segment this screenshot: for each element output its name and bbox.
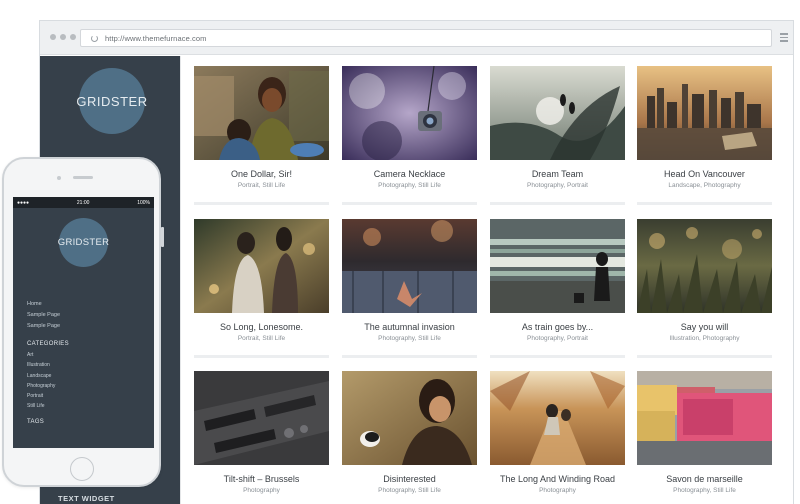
- portfolio-item[interactable]: The autumnal invasion Photography, Still…: [342, 219, 477, 358]
- phone-category-link[interactable]: Art: [27, 352, 69, 358]
- window-dot[interactable]: [70, 34, 76, 40]
- card-separator: [194, 202, 329, 205]
- portfolio-item[interactable]: Tilt-shift – Brussels Photography: [194, 371, 329, 494]
- portfolio-categories: Photography, Still Life: [378, 182, 441, 189]
- portfolio-thumbnail[interactable]: [342, 219, 477, 313]
- portfolio-categories: Photography, Portrait: [527, 335, 588, 342]
- portfolio-thumbnail[interactable]: [637, 371, 772, 465]
- reload-icon[interactable]: [91, 34, 98, 42]
- portfolio-categories: Photography: [539, 487, 576, 494]
- portfolio-thumbnail[interactable]: [490, 219, 625, 313]
- phone-screen: ●●●● 21:00 100% GRIDSTER Home Sample Pag…: [13, 197, 154, 448]
- card-separator: [490, 202, 625, 205]
- portfolio-thumbnail[interactable]: [342, 371, 477, 465]
- card-separator: [637, 202, 772, 205]
- card-separator: [194, 355, 329, 358]
- phone-categories-heading: CATEGORIES: [27, 341, 69, 347]
- window-controls: [50, 34, 76, 40]
- portfolio-thumbnail[interactable]: [490, 66, 625, 160]
- portfolio-title[interactable]: So Long, Lonesome.: [194, 322, 329, 332]
- portfolio-thumbnail[interactable]: [637, 66, 772, 160]
- portfolio-categories: Photography, Still Life: [378, 487, 441, 494]
- site-logo[interactable]: GRIDSTER: [76, 68, 148, 134]
- phone-home-button: [70, 457, 94, 481]
- portfolio-item[interactable]: Disinterested Photography, Still Life: [342, 371, 477, 494]
- signal-icon: ●●●●: [17, 199, 30, 206]
- portfolio-item[interactable]: Camera Necklace Photography, Still Life: [342, 66, 477, 205]
- site-logo-text: GRIDSTER: [76, 93, 148, 109]
- portfolio-categories: Portrait, Still Life: [237, 182, 286, 189]
- phone-nav: Home Sample Page Sample Page CATEGORIES …: [27, 301, 69, 425]
- phone-category-link[interactable]: Landscape: [27, 373, 69, 379]
- portfolio-title[interactable]: Dream Team: [490, 169, 625, 179]
- portfolio-categories: Photography, Still Life: [673, 487, 736, 494]
- phone-camera: [57, 176, 61, 180]
- card-separator: [490, 355, 625, 358]
- phone-nav-home[interactable]: Home: [27, 301, 69, 307]
- portfolio-thumbnail[interactable]: [637, 219, 772, 313]
- portfolio-thumbnail[interactable]: [194, 219, 329, 313]
- portfolio-title[interactable]: Savon de marseille: [637, 474, 772, 484]
- portfolio-title[interactable]: The autumnal invasion: [342, 322, 477, 332]
- sidebar-divider: [180, 56, 181, 504]
- phone-side-button: [161, 227, 164, 247]
- portfolio-categories: Portrait, Still Life: [237, 335, 286, 342]
- portfolio-categories: Landscape, Photography: [668, 182, 741, 189]
- phone-nav-sample-page[interactable]: Sample Page: [27, 323, 69, 329]
- portfolio-title[interactable]: Say you will: [637, 322, 772, 332]
- portfolio-item[interactable]: Dream Team Photography, Portrait: [490, 66, 625, 205]
- portfolio-thumbnail[interactable]: [490, 371, 625, 465]
- portfolio-title[interactable]: One Dollar, Sir!: [194, 169, 329, 179]
- hamburger-menu-icon[interactable]: [780, 33, 788, 44]
- portfolio-item[interactable]: Head On Vancouver Landscape, Photography: [637, 66, 772, 205]
- portfolio-item[interactable]: As train goes by... Photography, Portrai…: [490, 219, 625, 358]
- phone-category-link[interactable]: Photography: [27, 383, 69, 389]
- portfolio-categories: Illustration, Photography: [669, 335, 740, 342]
- card-separator: [342, 355, 477, 358]
- portfolio-categories: Photography, Still Life: [378, 335, 441, 342]
- portfolio-thumbnail[interactable]: [342, 66, 477, 160]
- card-separator: [637, 355, 772, 358]
- address-bar[interactable]: http://www.themefurnace.com: [80, 29, 772, 47]
- portfolio-thumbnail[interactable]: [194, 371, 329, 465]
- phone-site-logo[interactable]: GRIDSTER: [57, 218, 110, 267]
- phone-category-link[interactable]: Portrait: [27, 393, 69, 399]
- phone-category-link[interactable]: Still Life: [27, 403, 69, 409]
- window-dot[interactable]: [50, 34, 56, 40]
- portfolio-item[interactable]: So Long, Lonesome. Portrait, Still Life: [194, 219, 329, 358]
- portfolio-title[interactable]: Tilt-shift – Brussels: [194, 474, 329, 484]
- phone-category-link[interactable]: Illustration: [27, 362, 69, 368]
- phone-nav-sample-page[interactable]: Sample Page: [27, 312, 69, 318]
- phone-time: 21:00: [76, 199, 90, 206]
- phone-status-bar: ●●●● 21:00 100%: [13, 197, 154, 208]
- portfolio-item[interactable]: Savon de marseille Photography, Still Li…: [637, 371, 772, 494]
- portfolio-thumbnail[interactable]: [194, 66, 329, 160]
- window-dot[interactable]: [60, 34, 66, 40]
- portfolio-title[interactable]: Disinterested: [342, 474, 477, 484]
- portfolio-categories: Photography: [243, 487, 280, 494]
- portfolio-title[interactable]: As train goes by...: [490, 322, 625, 332]
- phone-mockup: ●●●● 21:00 100% GRIDSTER Home Sample Pag…: [2, 157, 164, 487]
- portfolio-title[interactable]: The Long And Winding Road: [490, 474, 625, 484]
- portfolio-item[interactable]: One Dollar, Sir! Portrait, Still Life: [194, 66, 329, 205]
- text-widget-heading: TEXT WIDGET: [58, 494, 115, 503]
- card-separator: [342, 202, 477, 205]
- phone-tags-heading: TAGS: [27, 419, 45, 426]
- url-text[interactable]: http://www.themefurnace.com: [105, 34, 207, 43]
- browser-toolbar: http://www.themefurnace.com: [40, 21, 793, 55]
- phone-speaker: [73, 176, 93, 179]
- portfolio-title[interactable]: Head On Vancouver: [637, 169, 772, 179]
- battery-text: 100%: [137, 199, 150, 206]
- phone-logo-text: GRIDSTER: [57, 237, 110, 248]
- portfolio-title[interactable]: Camera Necklace: [342, 169, 477, 179]
- portfolio-categories: Photography, Portrait: [527, 182, 588, 189]
- portfolio-item[interactable]: Say you will Illustration, Photography: [637, 219, 772, 358]
- portfolio-item[interactable]: The Long And Winding Road Photography: [490, 371, 625, 494]
